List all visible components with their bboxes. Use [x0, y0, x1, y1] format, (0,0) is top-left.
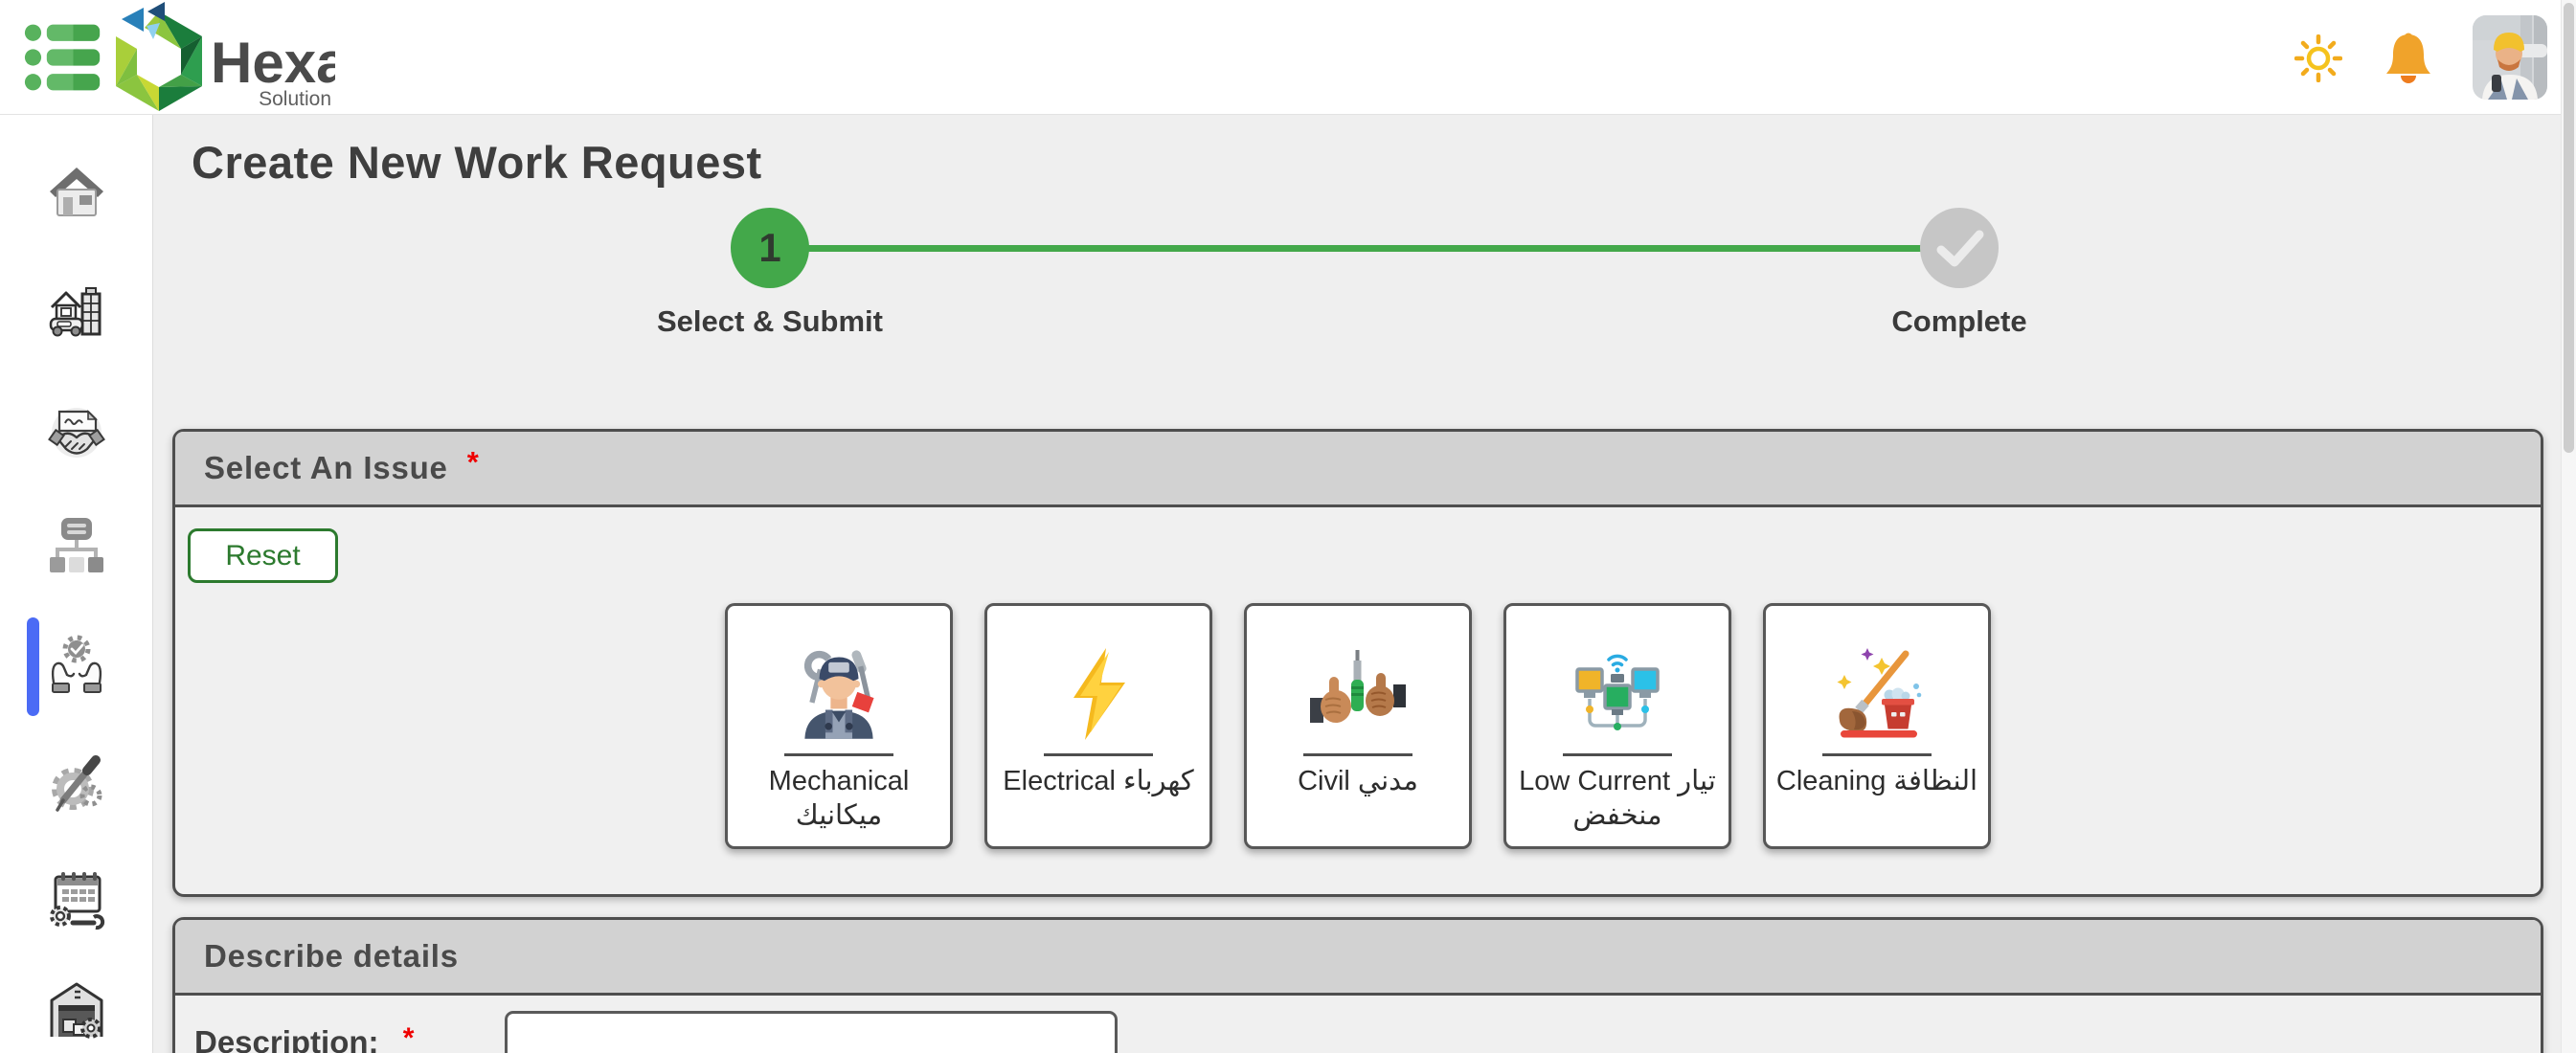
sidebar-item-work-requests[interactable] [44, 633, 109, 698]
menu-icon-glyph [23, 19, 103, 96]
issue-card-label: Mechanical ميكانيك [728, 764, 950, 834]
sun-icon[interactable] [2294, 34, 2342, 82]
step-1-number: 1 [758, 225, 780, 271]
issue-card-low-current[interactable]: Low Current تيار منخفض [1503, 603, 1731, 849]
mop-bucket-icon [1829, 606, 1925, 742]
menu-icon[interactable] [23, 19, 103, 96]
brand-subtitle: Solution [259, 88, 331, 110]
card-divider [1822, 753, 1932, 756]
property-building-car-icon [46, 280, 107, 342]
sidebar-item-warehouse[interactable] [44, 977, 109, 1042]
sidebar-item-maintenance[interactable] [44, 752, 109, 818]
issue-card-label: Low Current تيار منخفض [1506, 764, 1729, 834]
scrollbar-thumb[interactable] [2564, 3, 2574, 453]
card-divider [1303, 753, 1412, 756]
network-devices-icon [1570, 606, 1665, 742]
select-issue-panel: Select An Issue * Reset [172, 429, 2543, 897]
issue-card-civil[interactable]: Civil مدني [1244, 603, 1472, 849]
warehouse-inventory-icon [46, 979, 107, 1041]
sidebar-item-contracts[interactable] [44, 398, 109, 463]
issue-cards-row: Mechanical ميكانيك Electrical كهرباء [175, 603, 2541, 849]
card-divider [1563, 753, 1672, 756]
maintenance-gear-screwdriver-icon [46, 754, 107, 816]
issue-card-label: Civil مدني [1290, 764, 1426, 798]
app-screen: Hexa Solution [0, 0, 2576, 1053]
step-1-circle: 1 [731, 208, 809, 288]
describe-details-panel-header: Describe details [175, 920, 2541, 996]
issue-card-electrical[interactable]: Electrical كهرباء [984, 603, 1212, 849]
sun-icon-glyph [2294, 34, 2342, 82]
active-item-indicator [27, 617, 39, 716]
issue-card-label: Cleaning النظافة [1769, 764, 1985, 798]
brand-name: Hexa [211, 31, 335, 95]
check-icon [1920, 208, 1999, 288]
stepper-connector-line [770, 245, 1959, 252]
card-divider [1044, 753, 1153, 756]
sidebar-item-organization[interactable] [44, 513, 109, 578]
vertical-scrollbar[interactable] [2561, 0, 2576, 1053]
organization-chart-icon [46, 515, 107, 576]
page-title: Create New Work Request [192, 136, 762, 189]
card-divider [784, 753, 893, 756]
description-label-text: Description: [194, 1024, 379, 1053]
required-asterisk: * [403, 1022, 415, 1053]
issue-card-label: Electrical كهرباء [995, 764, 1201, 798]
description-input[interactable] [505, 1011, 1118, 1053]
hands-screwdriver-icon [1310, 606, 1406, 742]
select-issue-title: Select An Issue [204, 450, 448, 486]
describe-details-panel: Describe details Description: * [172, 917, 2543, 1053]
hexa-logo-graphic: Hexa Solution [109, 2, 335, 117]
sidebar-item-schedule[interactable] [44, 867, 109, 932]
left-sidebar [0, 115, 153, 1053]
step-2-circle [1920, 208, 1999, 288]
description-label: Description: * [194, 1024, 414, 1053]
reset-button[interactable]: Reset [188, 528, 338, 583]
contract-handshake-icon [46, 400, 107, 461]
describe-details-title: Describe details [204, 938, 459, 975]
hexa-logo[interactable]: Hexa Solution [109, 2, 335, 117]
sidebar-item-home[interactable] [44, 159, 109, 224]
schedule-calendar-tools-icon [46, 869, 107, 930]
user-avatar[interactable] [2473, 15, 2547, 100]
select-issue-panel-header: Select An Issue * [175, 432, 2541, 507]
bell-icon-glyph [2384, 31, 2432, 86]
user-avatar-photo [2473, 15, 2547, 100]
issue-card-cleaning[interactable]: Cleaning النظافة [1763, 603, 1991, 849]
describe-details-body: Description: * [175, 996, 2541, 1053]
home-icon [46, 161, 107, 222]
bell-icon[interactable] [2384, 31, 2432, 86]
lightning-bolt-icon [1051, 606, 1146, 742]
mechanic-worker-icon [787, 606, 891, 742]
required-asterisk: * [467, 445, 479, 480]
step-1-label: Select & Submit [578, 304, 961, 339]
step-2-label: Complete [1768, 304, 2151, 339]
top-header-bar: Hexa Solution [0, 0, 2576, 115]
work-request-hands-gear-icon [46, 635, 107, 696]
sidebar-item-properties[interactable] [44, 279, 109, 344]
issue-card-mechanical[interactable]: Mechanical ميكانيك [725, 603, 953, 849]
